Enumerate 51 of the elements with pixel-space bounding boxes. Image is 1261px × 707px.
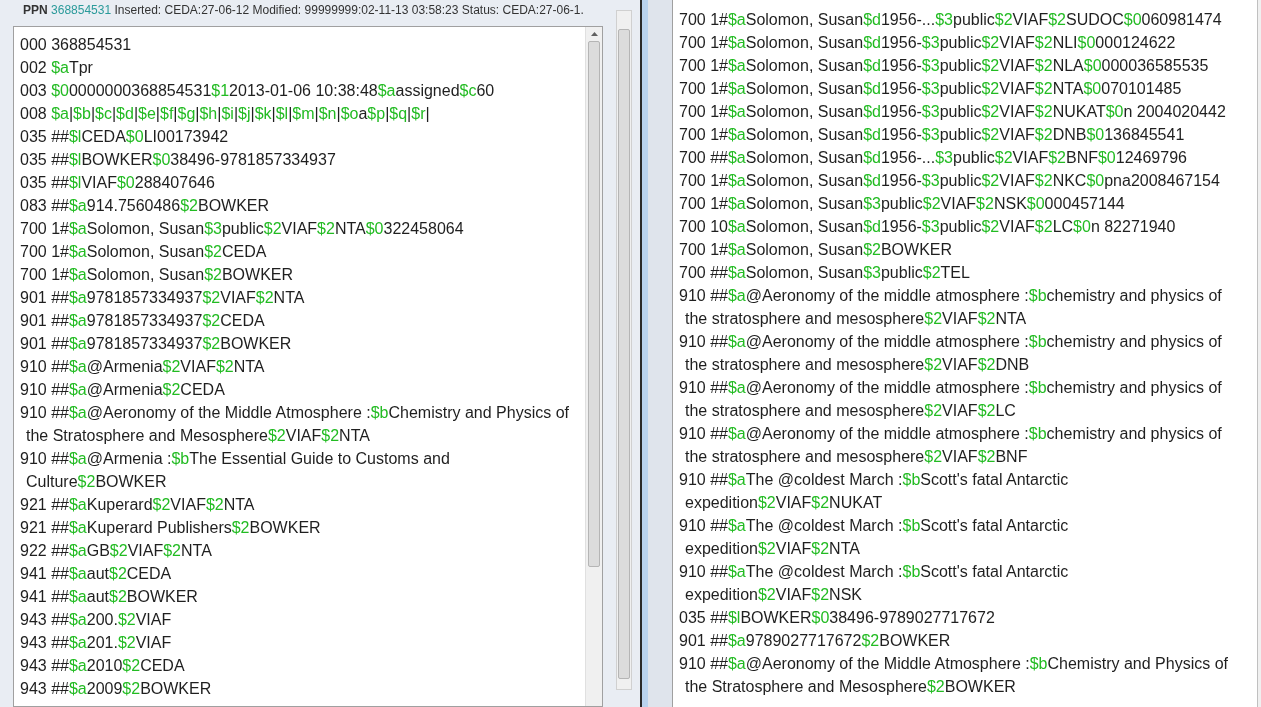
record-line: 910 ##$aThe @coldest March :$bScott's fatal Antarctic expedition$2VIAF$2NTA [679,516,1070,559]
record-line: 910 ##$a@Armenia$2VIAF$2NTA [20,357,266,377]
record-line: 700 1#$aSolomon, Susan$3public$2VIAF$2NTA$0322458064 [20,219,465,239]
record-line: 901 ##$a9789027717672$2BOWKER [679,631,952,651]
record-line: 921 ##$aKuperard Publishers$2BOWKER [20,518,322,538]
record-line: 003 $00000000368854531$12013-01-06 10:38:48$aassigned$c60 [20,81,496,101]
record-line: 008 $a|$b|$c|$d|$e|$f|$g|$h|$i|$j|$k|$l|$m|$n|$oa$p|$q|$r| [20,104,431,124]
record-header: PPN 368854531 Inserted: CEDA:27-06-12 Modified: 99999999:02-11-13 03:58:23 Status: CEDA:27-06-1. [23,2,584,18]
scrollbar[interactable] [616,10,632,690]
record-line: 035 ##$lVIAF$0288407646 [20,173,216,193]
record-line: 035 ##$lBOWKER$038496-9781857334937 [20,150,337,170]
record-line: 922 ##$aGB$2VIAF$2NTA [20,541,213,561]
record-line: 035 ##$lBOWKER$038496-9789027717672 [679,608,996,628]
record-line: 910 ##$a@Aeronomy of the Middle Atmosphere :$bChemistry and Physics of the Stratosphere and Mesosphere$2BOWKER [679,654,1229,697]
record-line: 700 1#$aSolomon, Susan$2BOWKER [679,240,954,260]
record-line: 700 1#$aSolomon, Susan$3public$2VIAF$2NSK$0000457144 [679,194,1126,214]
record-line: 700 1#$aSolomon, Susan$d1956-$3public$2VIAF$2DNB$0136845541 [679,125,1186,145]
record-line: 700 1#$aSolomon, Susan$2BOWKER [20,265,295,285]
record-line: 700 1#$aSolomon, Susan$d1956-...$3public$2VIAF$2SUDOC$0060981474 [679,10,1223,30]
record-line: 700 1#$aSolomon, Susan$2CEDA [20,242,268,262]
record-line: 941 ##$aaut$2CEDA [20,564,173,584]
record-line: 910 ##$a@Aeronomy of the middle atmosphere :$bchemistry and physics of the stratosphere and mesosphere$2VIAF$2BNF [679,424,1223,467]
record-line: 943 ##$a2009$2BOWKER [20,679,213,699]
record-line: 943 ##$a201.$2VIAF [20,633,173,653]
record-line: 943 ##$a200.$2VIAF [20,610,173,630]
record-line: 910 ##$a@Aeronomy of the Middle Atmosphere :$bChemistry and Physics of the Stratosphere and Mesosphere$2VIAF$2NTA [20,403,570,446]
record-line: 910 ##$a@Armenia$2CEDA [20,380,226,400]
record-line: 035 ##$lCEDA$0LI00173942 [20,127,230,147]
record-line: 910 ##$aThe @coldest March :$bScott's fatal Antarctic expedition$2VIAF$2NUKAT [679,470,1070,513]
record-line: 002 $aTpr [20,58,94,78]
record-line: 700 10$aSolomon, Susan$d1956-$3public$2VIAF$2LC$0n 82271940 [679,217,1177,237]
record-line: 901 ##$a9781857334937$2CEDA [20,311,266,331]
record-line: 910 ##$aThe @coldest March :$bScott's fatal Antarctic expedition$2VIAF$2NSK [679,562,1070,605]
scroll-up-arrow-icon[interactable] [590,32,598,36]
record-line: 000 368854531 [20,35,133,55]
record-line: 910 ##$a@Armenia :$bThe Essential Guide to Customs and Culture$2BOWKER [20,449,451,492]
splitter[interactable] [640,0,648,707]
record-line: 700 1#$aSolomon, Susan$d1956-$3public$2VIAF$2NTA$0070101485 [679,79,1183,99]
record-line: 921 ##$aKuperard$2VIAF$2NTA [20,495,256,515]
scrollbar[interactable] [585,27,602,706]
record-line: 943 ##$a2010$2CEDA [20,656,186,676]
record-line: 700 ##$aSolomon, Susan$d1956-...$3public$2VIAF$2BNF$012469796 [679,148,1188,168]
record-line: 941 ##$aaut$2BOWKER [20,587,199,607]
record-line: 700 ##$aSolomon, Susan$3public$2TEL [679,263,971,283]
record-line: 901 ##$a9781857334937$2VIAF$2NTA [20,288,306,308]
record-line: 083 ##$a914.7560486$2BOWKER [20,196,271,216]
record-line: 700 1#$aSolomon, Susan$d1956-$3public$2VIAF$2NKC$0pna2008467154 [679,171,1221,191]
record-line: 700 1#$aSolomon, Susan$d1956-$3public$2VIAF$2NLI$0000124622 [679,33,1177,53]
record-line: 901 ##$a9781857334937$2BOWKER [20,334,293,354]
record-line: 700 1#$aSolomon, Susan$d1956-$3public$2VIAF$2NUKAT$0n 2004020442 [679,102,1227,122]
record-line: 700 1#$aSolomon, Susan$d1956-$3public$2VIAF$2NLA$0000036585535 [679,56,1210,76]
